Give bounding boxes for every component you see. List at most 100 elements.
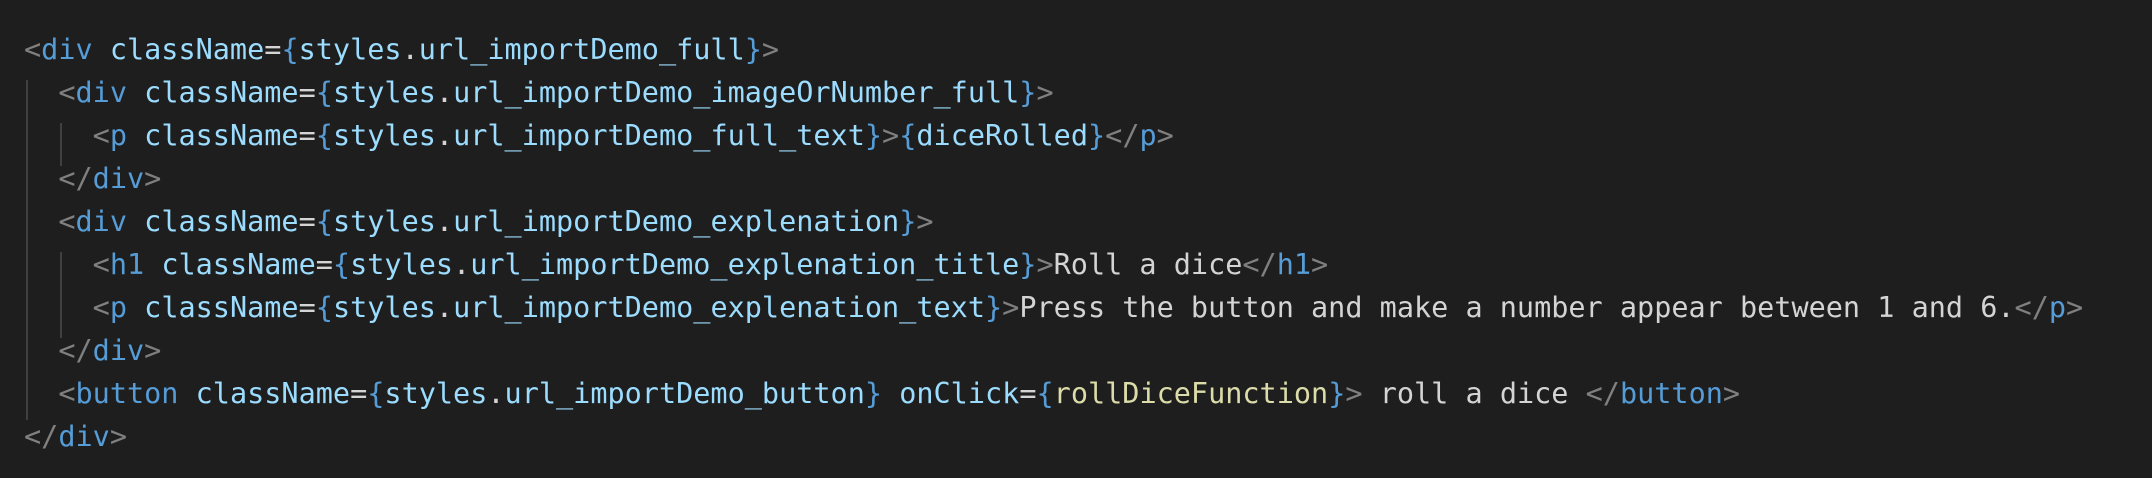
identifier-token: styles [332,76,436,109]
text-token: . [435,76,454,109]
tag-name-token: p [2048,291,2067,324]
text-token: = [350,377,368,410]
code-line[interactable]: <p className={styles.url_importDemo_full… [24,114,1174,157]
identifier-token: url_importDemo_explenation [453,205,900,238]
attribute-token: className [144,205,299,238]
identifier-token: styles [384,377,488,410]
tag-name-token: p [109,119,127,152]
punctuation-token: </ [1585,377,1620,410]
brace-token: } [1019,248,1037,281]
punctuation-token: > [882,119,900,152]
punctuation-token: < [58,205,76,238]
text-token: . [453,248,471,281]
text-token: = [298,76,316,109]
identifier-token: url_importDemo_full_text [453,119,865,152]
punctuation-token: > [144,334,162,367]
brace-token: } [984,291,1003,324]
attribute-token: className [144,76,299,109]
punctuation-token: > [2066,291,2084,324]
punctuation-token: < [24,33,42,66]
brace-token: } [899,205,917,238]
punctuation-token: > [1036,248,1054,281]
punctuation-token: </ [24,420,59,453]
punctuation-token: > [109,420,127,453]
tag-name-token: div [75,205,127,238]
brace-token: { [315,76,333,109]
brace-token: } [864,377,883,410]
brace-token: } [1328,377,1346,410]
tag-name-token: div [41,33,93,66]
punctuation-token: > [1722,377,1741,410]
code-line[interactable]: <div className={styles.url_importDemo_im… [24,71,1054,114]
brace-token: { [1036,377,1054,410]
punctuation-token: > [1002,291,1020,324]
punctuation-token: </ [1242,248,1277,281]
tag-name-token: div [58,420,110,453]
punctuation-token: > [1036,76,1054,109]
code-line[interactable]: <h1 className={styles.url_importDemo_exp… [24,243,1329,286]
code-editor[interactable]: <div className={styles.url_importDemo_fu… [0,0,2152,478]
text-token: = [315,248,333,281]
attribute-token: className [144,119,299,152]
text-token: = [298,205,316,238]
brace-token: { [899,119,917,152]
identifier-token: url_importDemo_full [418,33,745,66]
identifier-token: styles [350,248,454,281]
text-token: . [435,205,454,238]
punctuation-token: < [92,119,110,152]
text-token: = [264,33,282,66]
brace-token: } [864,119,883,152]
punctuation-token: < [58,76,76,109]
punctuation-token: < [58,377,76,410]
tag-name-token: p [1139,119,1157,152]
attribute-token: className [161,248,316,281]
identifier-token: url_importDemo_button [504,377,865,410]
identifier-token: styles [332,291,436,324]
tag-name-token: div [92,334,145,367]
text-token: = [298,291,316,324]
code-line[interactable]: <div className={styles.url_importDemo_ex… [24,200,934,243]
identifier-token: url_importDemo_imageOrNumber_full [453,76,1020,109]
punctuation-token: > [761,33,780,66]
code-line[interactable]: <button className={styles.url_importDemo… [24,372,1740,415]
text-token: . [435,291,454,324]
attribute-token: onClick [899,377,1020,410]
text-token: = [1019,377,1037,410]
code-line[interactable]: </div> [24,329,161,372]
identifier-token: diceRolled [916,119,1088,152]
brace-token: { [315,205,333,238]
tag-name-token: div [75,76,127,109]
code-line[interactable]: <div className={styles.url_importDemo_fu… [24,28,779,71]
code-line[interactable]: </div> [24,157,161,200]
brace-token: } [1019,76,1037,109]
text-token: roll a dice [1362,377,1586,410]
brace-token: { [281,33,299,66]
text-token: . [435,119,454,152]
attribute-token: className [195,377,351,410]
punctuation-token: > [1345,377,1363,410]
code-line[interactable]: <p className={styles.url_importDemo_expl… [24,286,2084,329]
identifier-token: url_importDemo_explenation_title [470,248,1020,281]
identifier-token: styles [298,33,402,66]
tag-name-token: button [75,377,179,410]
identifier-token: styles [332,119,436,152]
brace-token: { [332,248,351,281]
code-line[interactable]: </div> [24,415,127,458]
text-token: . [401,33,419,66]
text-token: = [298,119,316,152]
tag-name-token: p [109,291,127,324]
tag-name-token: h1 [1276,248,1312,281]
punctuation-token: > [916,205,934,238]
brace-token: { [315,291,333,324]
punctuation-token: </ [2014,291,2049,324]
